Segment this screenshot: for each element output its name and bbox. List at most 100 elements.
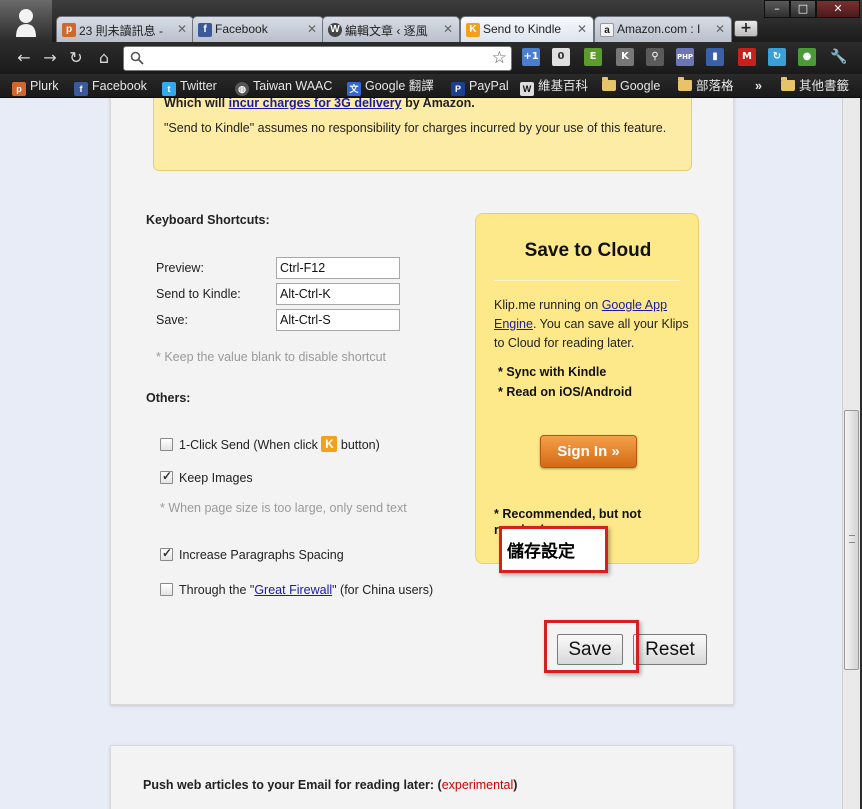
- keep-images-checkbox[interactable]: [160, 469, 173, 484]
- scrollbar-thumb[interactable]: [844, 410, 859, 670]
- cloud-feature-read: * Read on iOS/Android: [498, 385, 633, 399]
- search-icon: [130, 51, 144, 65]
- tab-facebook[interactable]: f Facebook ✕: [192, 16, 324, 42]
- one-click-send-checkbox[interactable]: [160, 438, 173, 451]
- tab-close-icon[interactable]: ✕: [307, 22, 317, 36]
- extension-counter-icon[interactable]: 0: [552, 48, 570, 66]
- settings-panel: Which will incur charges for 3G delivery…: [110, 98, 734, 705]
- profile-avatar[interactable]: [0, 0, 52, 42]
- extension-gmail-icon[interactable]: M: [738, 48, 756, 66]
- tab-wordpress[interactable]: W 編輯文章 ‹ 逐風 ✕: [322, 16, 460, 42]
- extension-sync-icon[interactable]: ↻: [768, 48, 786, 66]
- shortcut-label-preview: Preview:: [156, 261, 204, 275]
- shortcut-input-save[interactable]: [276, 309, 400, 331]
- option-keep-images[interactable]: Keep Images: [160, 469, 253, 485]
- email-push-title: Push web articles to your Email for read…: [143, 778, 518, 792]
- forward-arrow-icon[interactable]: →: [40, 48, 60, 68]
- globe-icon: ◍: [235, 82, 249, 96]
- tab-close-icon[interactable]: ✕: [577, 22, 587, 36]
- paragraph-spacing-checkbox[interactable]: [160, 546, 173, 561]
- option-paragraph-spacing[interactable]: Increase Paragraphs Spacing: [160, 546, 344, 562]
- folder-icon: [602, 77, 616, 91]
- minimize-button[interactable]: –: [764, 0, 790, 18]
- cloud-feature-sync: * Sync with Kindle: [498, 365, 607, 379]
- bookmark-google-translate[interactable]: 文 Google 翻譯: [347, 77, 434, 96]
- tab-title: Amazon.com : I: [617, 22, 701, 36]
- back-arrow-icon[interactable]: ←: [14, 48, 34, 68]
- others-title: Others:: [146, 391, 191, 405]
- kindle-k-icon: K: [321, 436, 338, 452]
- wikipedia-icon: W: [520, 82, 534, 96]
- sign-in-button[interactable]: Sign In »: [540, 435, 637, 468]
- keep-images-hint: * When page size is too large, only send…: [160, 501, 407, 515]
- email-push-panel: Push web articles to your Email for read…: [110, 745, 734, 809]
- amazon-icon: a: [600, 23, 614, 37]
- extension-pin-icon[interactable]: ⚲: [646, 48, 664, 66]
- google-translate-icon: 文: [347, 82, 361, 96]
- bookmarks-overflow-chevron[interactable]: »: [755, 77, 762, 95]
- bookmark-folder-blog[interactable]: 部落格: [678, 77, 734, 95]
- bookmark-wikipedia[interactable]: W 維基百科: [520, 77, 588, 96]
- bookmark-star-icon[interactable]: ☆: [492, 48, 507, 68]
- tab-close-icon[interactable]: ✕: [715, 22, 725, 36]
- bookmarks-bar: p Plurk f Facebook t Twitter ◍ Taiwan WAAC 文…: [0, 74, 862, 98]
- kindle-k-icon: K: [466, 23, 480, 37]
- folder-icon: [781, 77, 795, 91]
- extension-php-icon[interactable]: PHP: [676, 48, 694, 66]
- page-viewport: Which will incur charges for 3G delivery…: [0, 98, 842, 809]
- wrench-menu-icon[interactable]: 🔧: [830, 48, 848, 66]
- other-bookmarks[interactable]: 其他書籤: [781, 77, 849, 95]
- tab-close-icon[interactable]: ✕: [177, 22, 187, 36]
- great-firewall-link[interactable]: Great Firewall: [254, 583, 332, 597]
- tab-title: 23 則未讀訊息 -: [79, 24, 164, 38]
- option-great-firewall[interactable]: Through the "Great Firewall" (for China …: [160, 583, 433, 597]
- folder-icon: [678, 77, 692, 91]
- cloud-description: Klip.me running on Google App Engine. Yo…: [494, 298, 689, 350]
- bookmark-plurk[interactable]: p Plurk: [12, 77, 58, 96]
- cloud-title: Save to Cloud: [524, 240, 652, 261]
- great-firewall-checkbox[interactable]: [160, 583, 173, 596]
- close-window-button[interactable]: ✕: [816, 0, 860, 18]
- extension-stats-icon[interactable]: ▮: [706, 48, 724, 66]
- new-tab-button[interactable]: +: [734, 20, 758, 37]
- maximize-button[interactable]: □: [790, 0, 816, 18]
- save-button-highlight: [544, 620, 639, 673]
- tab-amazon[interactable]: a Amazon.com : I ✕: [594, 16, 732, 42]
- scrollbar-grip-icon: [849, 535, 855, 543]
- shortcut-input-send-to-kindle[interactable]: [276, 283, 400, 305]
- tab-plurk[interactable]: p 23 則未讀訊息 - ✕: [56, 16, 194, 42]
- extension-plus-one-icon[interactable]: +1: [522, 48, 540, 66]
- bookmark-twitter[interactable]: t Twitter: [162, 77, 217, 96]
- address-input[interactable]: [148, 49, 478, 68]
- tab-send-to-kindle[interactable]: K Send to Kindle ✕: [460, 16, 594, 42]
- tab-close-icon[interactable]: ✕: [443, 22, 453, 36]
- notice-line1: Which will incur charges for 3G delivery…: [164, 98, 475, 110]
- tab-title: Facebook: [215, 22, 268, 36]
- extension-green-icon[interactable]: ●: [798, 48, 816, 66]
- bookmark-paypal[interactable]: P PayPal: [451, 77, 509, 96]
- keyboard-shortcuts-title: Keyboard Shortcuts:: [146, 213, 270, 227]
- vertical-scrollbar[interactable]: [842, 98, 860, 809]
- save-to-cloud-card: Save to Cloud Klip.me running on Google …: [475, 213, 699, 564]
- cloud-divider: [494, 280, 680, 281]
- incur-charges-link[interactable]: incur charges for 3G delivery: [229, 98, 402, 110]
- extension-klip-k-icon[interactable]: K: [616, 48, 634, 66]
- notice-disclaimer: "Send to Kindle" assumes no responsibili…: [164, 121, 667, 135]
- reset-button[interactable]: Reset: [633, 634, 707, 665]
- bookmark-taiwan-waac[interactable]: ◍ Taiwan WAAC: [235, 77, 332, 96]
- reload-icon[interactable]: ↻: [66, 48, 86, 68]
- bookmark-facebook[interactable]: f Facebook: [74, 77, 147, 96]
- twitter-icon: t: [162, 82, 176, 96]
- bookmark-folder-google[interactable]: Google: [602, 77, 660, 95]
- paypal-icon: P: [451, 82, 465, 96]
- tab-title: Send to Kindle: [483, 22, 562, 36]
- omnibox[interactable]: ☆: [123, 46, 512, 71]
- option-one-click-send[interactable]: 1-Click Send (When click K button): [160, 436, 380, 452]
- tab-strip: p 23 則未讀訊息 - ✕ f Facebook ✕ W 編輯文章 ‹ 逐風 …: [0, 0, 862, 42]
- shortcut-input-preview[interactable]: [276, 257, 400, 279]
- facebook-icon: f: [198, 23, 212, 37]
- extension-evernote-icon[interactable]: E: [584, 48, 602, 66]
- notice-box: Which will incur charges for 3G delivery…: [153, 98, 692, 171]
- home-icon[interactable]: ⌂: [94, 48, 114, 68]
- shortcut-label-send-to-kindle: Send to Kindle:: [156, 287, 241, 301]
